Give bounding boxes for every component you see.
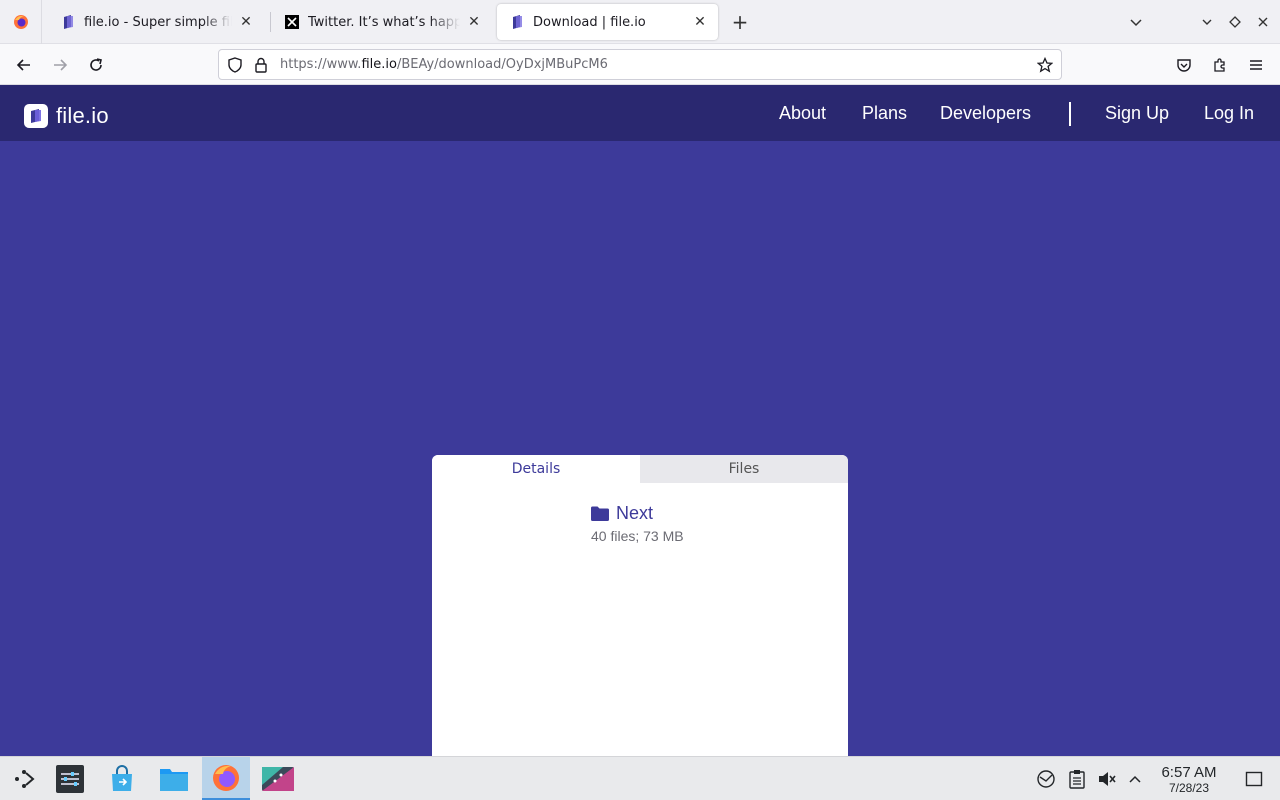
- clipboard-icon: [1069, 770, 1085, 789]
- lock-icon[interactable]: [254, 57, 268, 73]
- firefox-icon: [13, 15, 28, 29]
- digital-clock[interactable]: 6:57 AM 7/28/23: [1150, 764, 1228, 795]
- clock-date: 7/28/23: [1168, 781, 1210, 795]
- back-button[interactable]: [9, 50, 39, 80]
- shopping-bag-icon: [112, 765, 132, 791]
- brand-logo-link[interactable]: file.io: [24, 103, 109, 129]
- chevron-down-icon: [1130, 19, 1142, 27]
- app-menu-button[interactable]: [1241, 50, 1271, 80]
- taskbar-system-settings[interactable]: [46, 757, 94, 800]
- desktop-icon: [1245, 771, 1263, 787]
- system-taskbar: 6:57 AM 7/28/23: [0, 756, 1280, 800]
- settings-sliders-icon: [56, 765, 84, 793]
- close-tab-icon[interactable]: ✕: [690, 12, 710, 32]
- tab-download-fileio[interactable]: Download | file.io ✕: [497, 4, 718, 40]
- taskbar-discover-store[interactable]: [98, 757, 146, 800]
- pocket-button[interactable]: [1169, 50, 1199, 80]
- arrow-right-icon: [54, 59, 68, 71]
- chevron-up-icon: [1129, 775, 1141, 783]
- extensions-button[interactable]: [1205, 50, 1235, 80]
- tab-twitter[interactable]: Twitter. It’s what’s happening / Twitter…: [272, 4, 492, 40]
- launcher-icon: [15, 770, 35, 788]
- tab-title: file.io - Super simple file sharing!: [84, 14, 232, 30]
- folder-entry: Next: [591, 503, 653, 524]
- url-text[interactable]: https://www.file.io/BEAy/download/OyDxjM…: [280, 57, 608, 72]
- browser-navigation-bar: https://www.file.io/BEAy/download/OyDxjM…: [0, 44, 1280, 85]
- tab-fileio-home[interactable]: file.io - Super simple file sharing! ✕: [48, 4, 264, 40]
- tab-divider: [270, 12, 271, 32]
- close-tab-icon[interactable]: ✕: [464, 12, 484, 32]
- nav-sign-up-link[interactable]: Sign Up: [1105, 103, 1169, 124]
- nav-developers-link[interactable]: Developers: [940, 103, 1031, 124]
- tab-title: Twitter. It’s what’s happening / Twitter: [308, 14, 460, 30]
- fileio-logo-icon: [60, 14, 76, 30]
- minimize-window-button[interactable]: [1193, 8, 1221, 36]
- tray-volume[interactable]: [1096, 768, 1118, 790]
- nav-divider: [1069, 102, 1071, 126]
- close-window-button[interactable]: [1249, 8, 1277, 36]
- diamond-icon: [1229, 16, 1241, 28]
- show-desktop-button[interactable]: [1243, 768, 1265, 790]
- fileio-logo-icon: [509, 14, 525, 30]
- speaker-muted-icon: [1099, 772, 1116, 786]
- star-icon[interactable]: [1037, 57, 1053, 73]
- browser-tab-strip: file.io - Super simple file sharing! ✕ T…: [0, 0, 1280, 44]
- brand-name: file.io: [56, 103, 109, 128]
- pocket-icon: [1177, 59, 1191, 72]
- arrow-left-icon: [16, 59, 30, 71]
- application-launcher-button[interactable]: [0, 757, 48, 800]
- list-all-tabs-button[interactable]: [1122, 8, 1150, 36]
- close-icon: [1258, 17, 1268, 27]
- site-header: file.io About Plans Developers Sign Up L…: [0, 85, 1280, 141]
- puzzle-icon: [1214, 58, 1225, 72]
- forward-button[interactable]: [45, 50, 75, 80]
- shield-icon[interactable]: [227, 57, 243, 73]
- tab-title: Download | file.io: [533, 14, 646, 30]
- taskbar-firefox[interactable]: [202, 757, 250, 800]
- folder-icon: [160, 769, 188, 791]
- maximize-window-button[interactable]: [1221, 8, 1249, 36]
- plus-icon: +: [731, 10, 749, 34]
- firefox-view-button[interactable]: [0, 0, 42, 44]
- tab-details[interactable]: Details: [432, 455, 640, 483]
- url-bar[interactable]: https://www.file.io/BEAy/download/OyDxjM…: [218, 49, 1062, 80]
- url-prefix: https://www.: [280, 57, 362, 72]
- new-tab-button[interactable]: +: [726, 8, 754, 36]
- download-card: Details Files Next 40 files; 73 MB: [432, 455, 848, 756]
- chevron-down-icon: [1202, 19, 1212, 25]
- url-domain: file.io: [361, 57, 397, 72]
- x-logo-icon: [284, 14, 300, 30]
- hamburger-menu-icon: [1250, 60, 1262, 70]
- tray-network[interactable]: [1035, 768, 1057, 790]
- tray-expand-button[interactable]: [1124, 768, 1146, 790]
- folder-icon: [591, 506, 609, 521]
- taskbar-active-app[interactable]: [254, 757, 302, 800]
- network-icon: [1037, 770, 1055, 788]
- tab-files[interactable]: Files: [640, 455, 848, 483]
- close-tab-icon[interactable]: ✕: [236, 12, 256, 32]
- tray-clipboard[interactable]: [1066, 768, 1088, 790]
- nav-log-in-link[interactable]: Log In: [1204, 103, 1254, 124]
- clock-time: 6:57 AM: [1161, 764, 1217, 781]
- taskbar-file-manager[interactable]: [150, 757, 198, 800]
- reload-button[interactable]: [81, 50, 111, 80]
- fileio-logo-icon: [24, 104, 48, 128]
- url-path: /BEAy/download/OyDxjMBuPcM6: [396, 57, 608, 72]
- firefox-icon: [213, 764, 239, 791]
- app-window-icon: [262, 767, 294, 791]
- nav-about-link[interactable]: About: [779, 103, 826, 124]
- folder-name: Next: [616, 503, 654, 523]
- reload-icon: [90, 58, 102, 71]
- nav-plans-link[interactable]: Plans: [862, 103, 907, 124]
- folder-details: 40 files; 73 MB: [591, 528, 684, 544]
